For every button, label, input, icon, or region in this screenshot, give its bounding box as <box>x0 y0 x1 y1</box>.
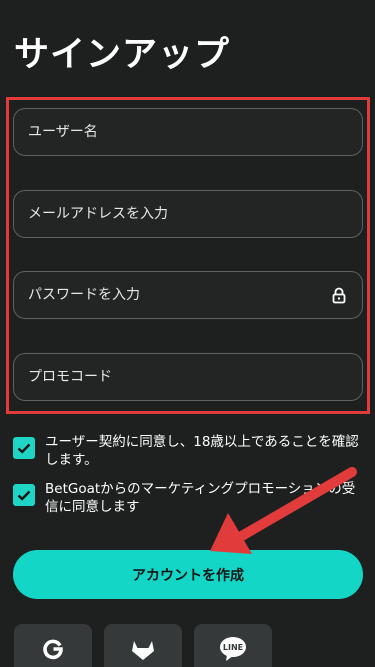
terms-label: ユーザー契約に同意し、18歳以上であることを確認します。 <box>45 434 359 468</box>
line-login-button[interactable]: LINE <box>194 624 272 667</box>
google-icon <box>43 639 63 660</box>
marketing-checkbox[interactable] <box>13 484 35 506</box>
lock-icon[interactable] <box>330 286 348 304</box>
line-icon-text: LINE <box>223 643 243 652</box>
password-field[interactable] <box>13 271 363 319</box>
check-icon <box>17 490 31 501</box>
email-input[interactable] <box>28 206 348 222</box>
username-field[interactable] <box>13 108 363 156</box>
promo-code-field[interactable] <box>13 353 363 401</box>
gitlab-login-button[interactable] <box>104 624 182 667</box>
username-input[interactable] <box>28 124 348 140</box>
consent-row-marketing: BetGoatからのマーケティングプロモーションの受信に同意します <box>13 480 363 516</box>
consent-row-terms: ユーザー契約に同意し、18歳以上であることを確認します。 <box>13 433 363 469</box>
password-input[interactable] <box>28 287 330 303</box>
check-icon <box>17 443 31 454</box>
page-title: サインアップ <box>14 35 231 75</box>
gitlab-icon <box>132 641 154 660</box>
promo-code-input[interactable] <box>28 369 348 385</box>
email-field[interactable] <box>13 190 363 238</box>
line-icon: LINE <box>220 637 246 661</box>
marketing-label: BetGoatからのマーケティングプロモーションの受信に同意します <box>45 481 356 515</box>
signup-page: サインアップ ユーザー契約に同意し、18歳以上であることを確認します。 <box>0 0 375 667</box>
create-account-button[interactable]: アカウントを作成 <box>13 550 363 599</box>
terms-checkbox[interactable] <box>13 437 35 459</box>
google-login-button[interactable] <box>14 624 92 667</box>
